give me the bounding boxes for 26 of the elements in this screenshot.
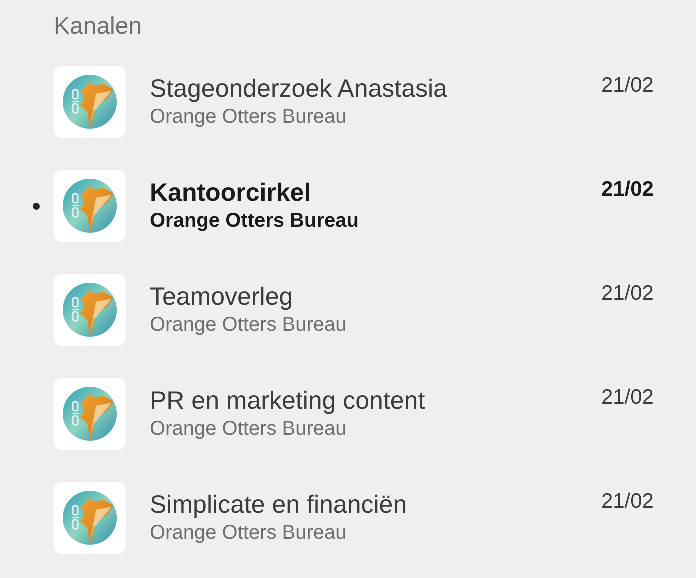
workspace-name: Orange Otters Bureau — [150, 106, 348, 129]
workspace-name: Orange Otters Bureau — [150, 522, 348, 545]
channel-date: 21/02 — [601, 490, 654, 514]
channel-name[interactable]: Stageonderzoek Anastasia — [150, 75, 602, 104]
workspace-name: Orange Otters Bureau — [150, 314, 348, 337]
channel-date: 21/02 — [601, 74, 654, 98]
channel-date: 21/02 — [601, 282, 654, 306]
logo-icon — [60, 384, 120, 444]
channel-avatar[interactable] — [54, 170, 126, 242]
channel-avatar[interactable] — [54, 378, 126, 450]
logo-icon — [60, 72, 120, 132]
channel-date: 21/02 — [601, 178, 654, 202]
logo-icon — [60, 176, 120, 236]
workspace-name: Orange Otters Bureau — [150, 418, 348, 441]
workspace-name: Orange Otters Bureau — [150, 210, 360, 233]
channel-name[interactable]: Kantoorcirkel — [150, 179, 602, 208]
logo-icon — [60, 488, 120, 548]
channel-name[interactable]: Teamoverleg — [150, 283, 602, 312]
channel-name[interactable]: PR en marketing content — [150, 387, 602, 416]
logo-icon — [60, 280, 120, 340]
section-title: Kanalen — [53, 12, 144, 42]
channel-name[interactable]: Simplicate en financiën — [150, 491, 602, 520]
channel-avatar[interactable] — [54, 274, 126, 346]
channel-avatar[interactable] — [54, 482, 126, 554]
channel-avatar[interactable] — [54, 66, 126, 138]
channel-date: 21/02 — [601, 386, 654, 410]
